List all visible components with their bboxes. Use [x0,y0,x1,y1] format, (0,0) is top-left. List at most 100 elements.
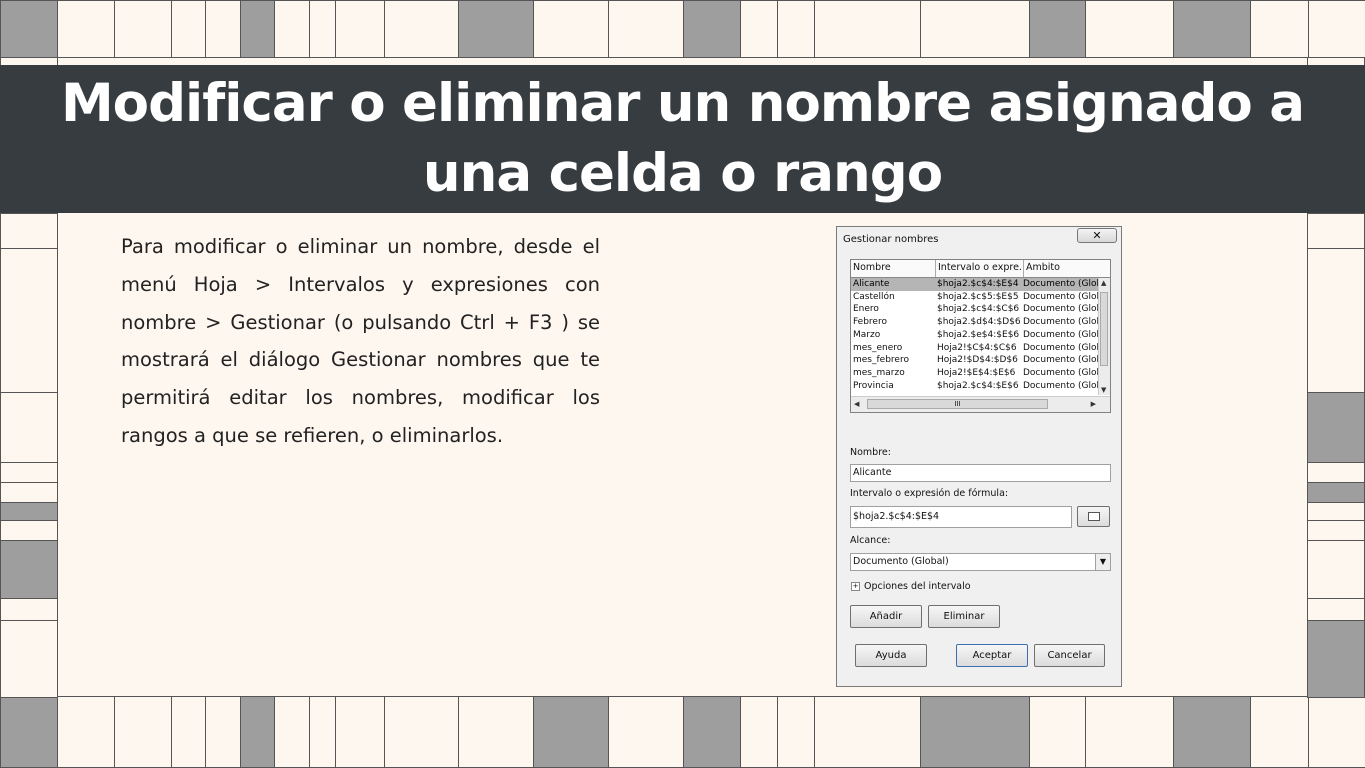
grid-tile [740,696,778,768]
scroll-down-icon[interactable]: ▼ [1101,386,1106,394]
help-button[interactable]: Ayuda [855,644,927,667]
range-field[interactable]: $hoja2.$c$4:$E$4 [850,506,1072,528]
cell-scope: Documento (Glob [1023,367,1102,378]
cell-scope: Documento (Glob [1023,329,1102,340]
cell-name: Castellón [853,291,895,302]
cell-scope: Documento (Glob [1023,342,1102,353]
grid-tile [533,0,609,58]
list-item[interactable]: mes_enero Hoja2!$C$4:$C$6 Documento (Glob [851,342,1102,355]
column-header-scope[interactable]: Ámbito [1026,262,1106,273]
grid-tile [309,696,336,768]
vertical-scrollbar[interactable]: ▲ ▼ [1098,278,1110,395]
column-header-name[interactable]: Nombre [853,262,933,273]
grid-tile [205,0,241,58]
grid-tile [171,696,206,768]
grid-tile [114,696,172,768]
list-header: Nombre Intervalo o expre... Ámbito [851,260,1110,278]
expand-icon[interactable]: + [851,582,860,591]
list-item[interactable]: mes_marzo Hoja2!$E$4:$E$6 Documento (Glob [851,367,1102,380]
list-item[interactable]: Castellón $hoja2.$c$5:$E$5 Documento (Glob [851,291,1102,304]
grid-tile [205,696,241,768]
grid-tile [1173,696,1251,768]
grid-tile [335,696,385,768]
scroll-left-icon[interactable]: ◀ [854,400,859,408]
column-header-range[interactable]: Intervalo o expre... [938,262,1022,273]
grid-tile [458,696,534,768]
grid-tile [1308,0,1365,58]
list-item[interactable]: mes_febrero Hoja2!$D$4:$D$6 Documento (Glo… [851,354,1102,367]
horizontal-scroll-thumb[interactable]: III [867,399,1048,409]
cell-range: Hoja2!$C$4:$C$6 [937,342,1017,353]
grid-tile [0,696,58,768]
grid-tile [384,0,459,58]
cell-name: mes_febrero [853,355,909,366]
list-item[interactable]: Provincia $hoja2.$c$4:$E$6 Documento (Glob [851,380,1102,393]
grid-tile [1307,462,1365,483]
close-button[interactable]: ✕ [1077,228,1117,243]
delete-button[interactable]: Eliminar [928,605,1000,628]
scroll-thumb[interactable] [1100,292,1108,366]
range-options-toggle[interactable]: Opciones del intervalo [864,581,971,592]
list-item[interactable]: Febrero $hoja2.$d$4:$D$6 Documento (Glob [851,316,1102,329]
grid-tile [335,0,385,58]
grid-tile [0,482,58,503]
grid-tile [274,0,310,58]
cell-range: $hoja2.$e$4:$E$6 [937,329,1020,340]
scope-label: Alcance: [850,535,891,546]
grid-tile [920,0,1030,58]
grid-tile [1307,213,1365,249]
cell-range: $hoja2.$c$5:$E$5 [937,291,1019,302]
shrink-selector-button[interactable] [1077,506,1110,527]
grid-tile [814,0,921,58]
grid-tile [1029,0,1086,58]
page-title: Modificar o eliminar un nombre asignado … [60,73,1305,204]
grid-tile [384,696,459,768]
scope-value: Documento (Global) [853,556,949,567]
cell-name: Febrero [853,317,887,328]
cell-name: Alicante [853,279,890,289]
dialog-title: Gestionar nombres [843,234,939,245]
cell-range: $hoja2.$d$4:$D$6 [937,317,1021,328]
grid-tile [1173,0,1251,58]
grid-tile [0,392,58,463]
grid-tile [1085,696,1174,768]
grid-tile [0,462,58,483]
cell-scope: Documento (Glob [1023,304,1102,315]
grid-tile [57,0,115,58]
grid-tile [1307,540,1365,599]
grid-tile [608,0,684,58]
grid-tile [1307,502,1365,521]
grid-tile [740,0,778,58]
cell-scope: Documento (Glob [1023,291,1102,302]
chevron-down-icon[interactable]: ▼ [1095,554,1110,570]
cell-scope: Documento (Glob [1023,317,1102,328]
scroll-right-icon[interactable]: ▶ [1091,400,1096,408]
cancel-button[interactable]: Cancelar [1034,644,1105,667]
grid-tile [608,696,684,768]
body-paragraph: Para modificar o eliminar un nombre, des… [121,235,600,447]
grid-tile [777,696,815,768]
grid-tile [274,696,310,768]
grid-tile [1308,696,1365,768]
scroll-up-icon[interactable]: ▲ [1101,279,1106,287]
cell-name: mes_enero [853,342,903,353]
cell-range: $hoja2.$c$4:$E$4 [937,279,1019,289]
cell-name: Provincia [853,380,894,391]
cell-range: $hoja2.$c$4:$E$6 [937,380,1019,391]
list-item[interactable]: Alicante $hoja2.$c$4:$E$4 Documento (Glob [851,278,1102,291]
list-item[interactable]: Enero $hoja2.$c$4:$C$6 Documento (Glob [851,303,1102,316]
grid-tile [1085,0,1174,58]
name-label: Nombre: [850,447,891,458]
grid-tile [1307,620,1365,698]
title-banner: Modificar o eliminar un nombre asignado … [0,65,1365,213]
add-button[interactable]: Añadir [850,605,922,628]
grid-tile [533,696,609,768]
name-field[interactable]: Alicante [850,464,1111,482]
grid-tile [1307,392,1365,463]
scope-dropdown[interactable]: Documento (Global) ▼ [850,553,1111,571]
horizontal-scrollbar[interactable]: ◀ III ▶ [851,396,1110,412]
ok-button[interactable]: Aceptar [956,644,1028,667]
list-item[interactable]: Marzo $hoja2.$e$4:$E$6 Documento (Glob [851,329,1102,342]
grid-tile [309,0,336,58]
names-list[interactable]: Nombre Intervalo o expre... Ámbito Alica… [850,259,1111,413]
